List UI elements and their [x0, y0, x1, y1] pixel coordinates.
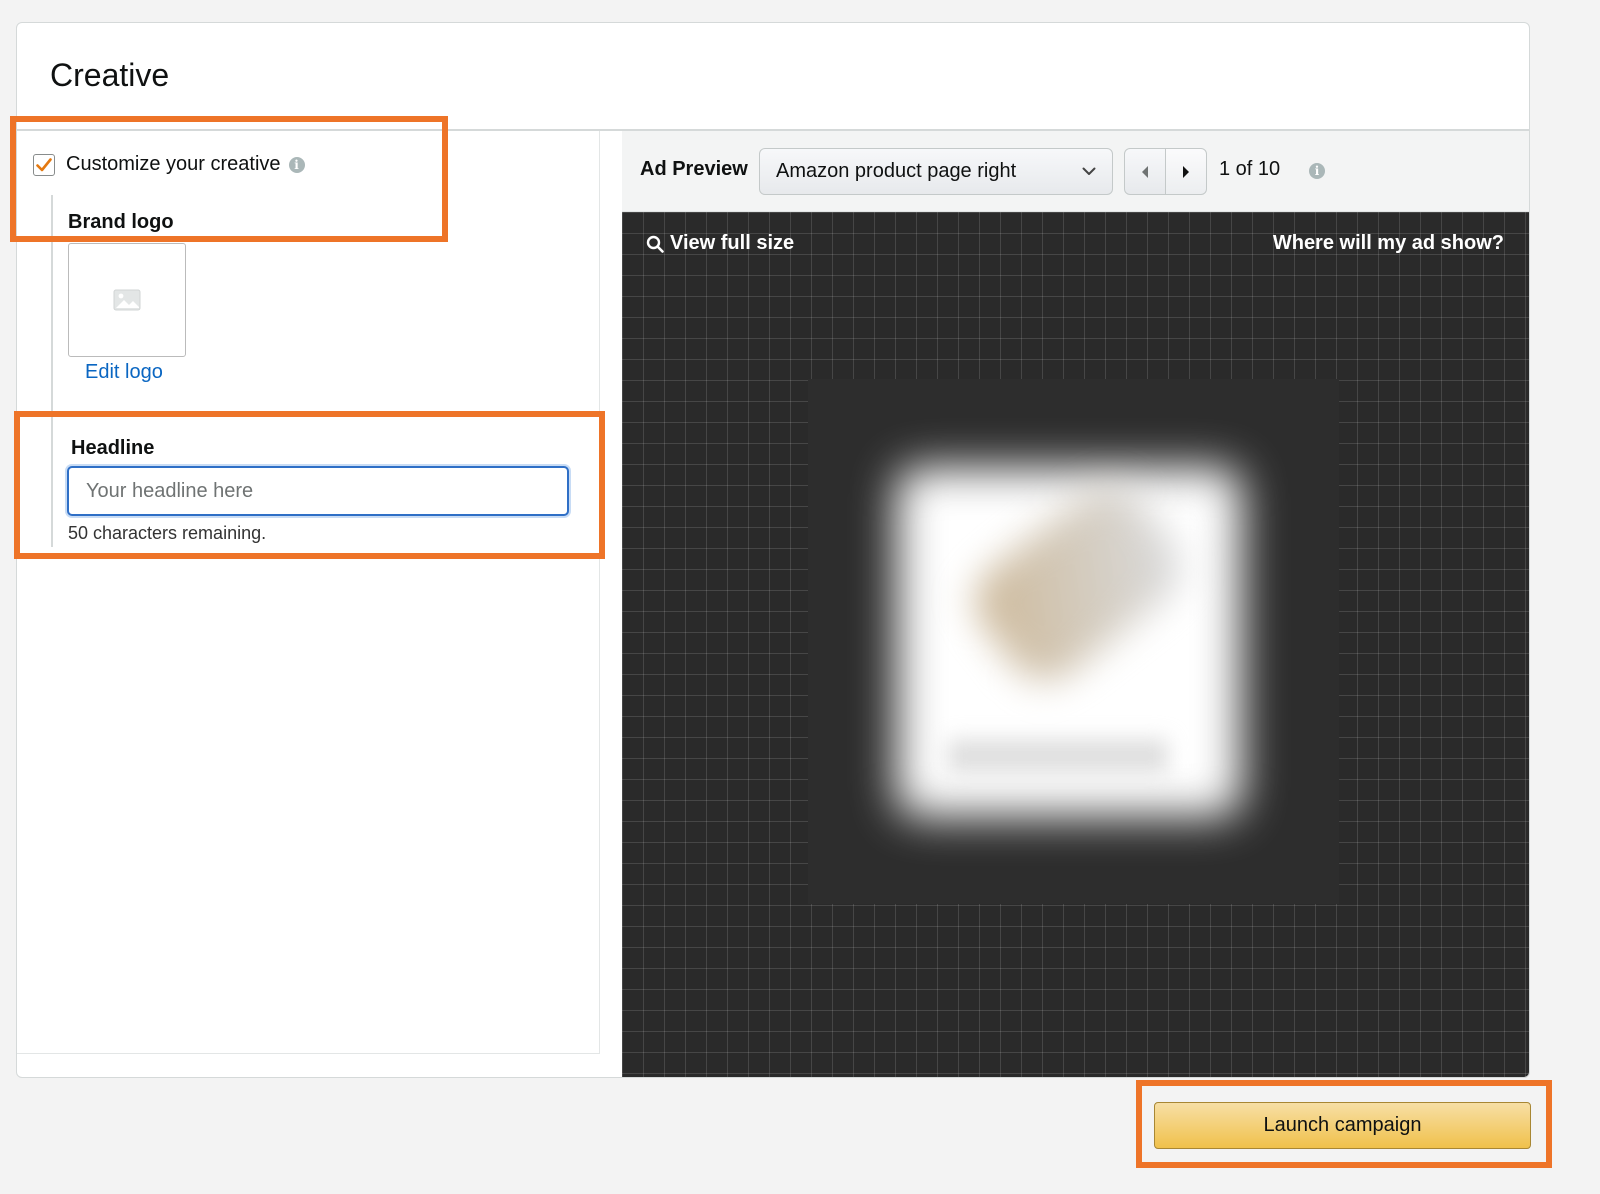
placement-select-value: Amazon product page right: [776, 160, 1017, 182]
headline-input[interactable]: [67, 466, 569, 516]
ad-preview-label: Ad Preview: [640, 158, 748, 180]
ad-preview-frame: [808, 379, 1339, 904]
preview-canvas: View full size Where will my ad show?: [622, 212, 1529, 1077]
customize-creative-checkbox[interactable]: [33, 153, 55, 176]
info-icon[interactable]: i: [1309, 163, 1325, 179]
preview-toolbar: Ad Preview Amazon product page right 1 o…: [622, 131, 1529, 212]
launch-campaign-button[interactable]: Launch campaign: [1154, 1102, 1531, 1149]
characters-remaining: 50 characters remaining.: [68, 523, 267, 543]
chevron-down-icon: [1082, 167, 1096, 175]
customize-creative-label: Customize your creative: [66, 153, 281, 175]
section-tree-line: [51, 195, 53, 547]
brand-logo-box[interactable]: [68, 243, 186, 357]
checkmark-icon: [36, 157, 52, 171]
info-icon[interactable]: i: [288, 156, 305, 173]
edit-logo-link[interactable]: Edit logo: [85, 361, 163, 384]
placement-page-count: 1 of 10: [1219, 158, 1281, 180]
where-will-my-ad-show-link[interactable]: Where will my ad show?: [1273, 232, 1504, 255]
ad-preview-panel: Ad Preview Amazon product page right 1 o…: [622, 131, 1529, 1077]
creative-card: Creative Customize your creative i Brand…: [16, 22, 1530, 1078]
placement-select[interactable]: Amazon product page right: [759, 148, 1113, 195]
customize-creative-row: Customize your creative i: [33, 153, 305, 176]
image-placeholder-icon: [113, 289, 141, 311]
caret-left-icon: [1142, 165, 1148, 178]
previous-placement-button[interactable]: [1124, 148, 1166, 195]
next-placement-button[interactable]: [1165, 148, 1207, 195]
brand-logo-label: Brand logo: [68, 211, 174, 233]
view-full-size-label: View full size: [670, 232, 795, 254]
search-icon: [646, 235, 664, 253]
section-divider: [68, 412, 566, 414]
creative-settings-panel: Customize your creative i Brand logo Edi…: [17, 131, 600, 1054]
card-title: Creative: [50, 57, 170, 93]
headline-label: Headline: [71, 437, 155, 459]
caret-right-icon: [1183, 165, 1189, 178]
view-full-size-link[interactable]: View full size: [646, 232, 794, 255]
blurred-ad-text: [948, 739, 1168, 773]
